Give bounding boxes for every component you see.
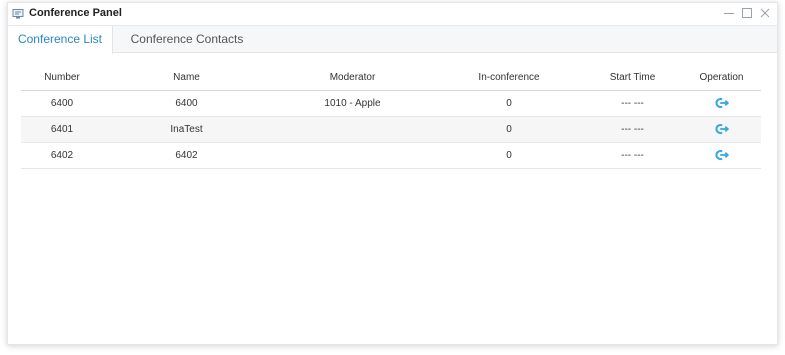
table-header-row: Number Name Moderator In-conference Star… [21, 65, 761, 91]
conference-table: Number Name Moderator In-conference Star… [21, 65, 761, 169]
header-operation: Operation [682, 65, 761, 91]
cell-name: 6402 [103, 142, 270, 169]
join-conference-icon[interactable] [714, 123, 729, 135]
tab-conference-list[interactable]: Conference List [8, 26, 113, 54]
header-name: Name [103, 65, 270, 91]
cell-operation [682, 90, 761, 117]
minimize-icon[interactable] [723, 7, 735, 19]
conference-panel-icon [12, 9, 24, 19]
cell-number: 6400 [21, 90, 103, 117]
window-title: Conference Panel [29, 7, 122, 19]
header-number: Number [21, 65, 103, 91]
header-start-time: Start Time [583, 65, 682, 91]
header-moderator: Moderator [270, 65, 435, 91]
cell-moderator [270, 142, 435, 169]
cell-moderator: 1010 - Apple [270, 90, 435, 117]
close-icon[interactable] [759, 7, 771, 19]
maximize-icon[interactable] [741, 7, 753, 19]
cell-name: InaTest [103, 116, 270, 143]
header-in-conference: In-conference [435, 65, 583, 91]
cell-operation [682, 142, 761, 169]
conference-list-content: Number Name Moderator In-conference Star… [8, 53, 777, 169]
cell-moderator [270, 116, 435, 143]
join-conference-icon[interactable] [714, 97, 729, 109]
join-conference-icon[interactable] [714, 149, 729, 161]
cell-name: 6400 [103, 90, 270, 117]
cell-in-conference: 0 [435, 90, 583, 117]
cell-operation [682, 116, 761, 143]
cell-start-time: --- --- [583, 90, 682, 117]
cell-number: 6401 [21, 116, 103, 143]
title-bar: Conference Panel [8, 3, 777, 25]
table-row: 6402 6402 0 --- --- [21, 142, 761, 169]
conference-panel: Conference Panel Conference List Confere… [7, 2, 778, 345]
cell-in-conference: 0 [435, 142, 583, 169]
cell-in-conference: 0 [435, 116, 583, 143]
cell-start-time: --- --- [583, 142, 682, 169]
table-row: 6400 6400 1010 - Apple 0 --- --- [21, 90, 761, 117]
tab-conference-contacts[interactable]: Conference Contacts [117, 26, 257, 53]
cell-number: 6402 [21, 142, 103, 169]
table-row: 6401 InaTest 0 --- --- [21, 116, 761, 143]
cell-start-time: --- --- [583, 116, 682, 143]
tab-bar: Conference List Conference Contacts [8, 25, 777, 54]
